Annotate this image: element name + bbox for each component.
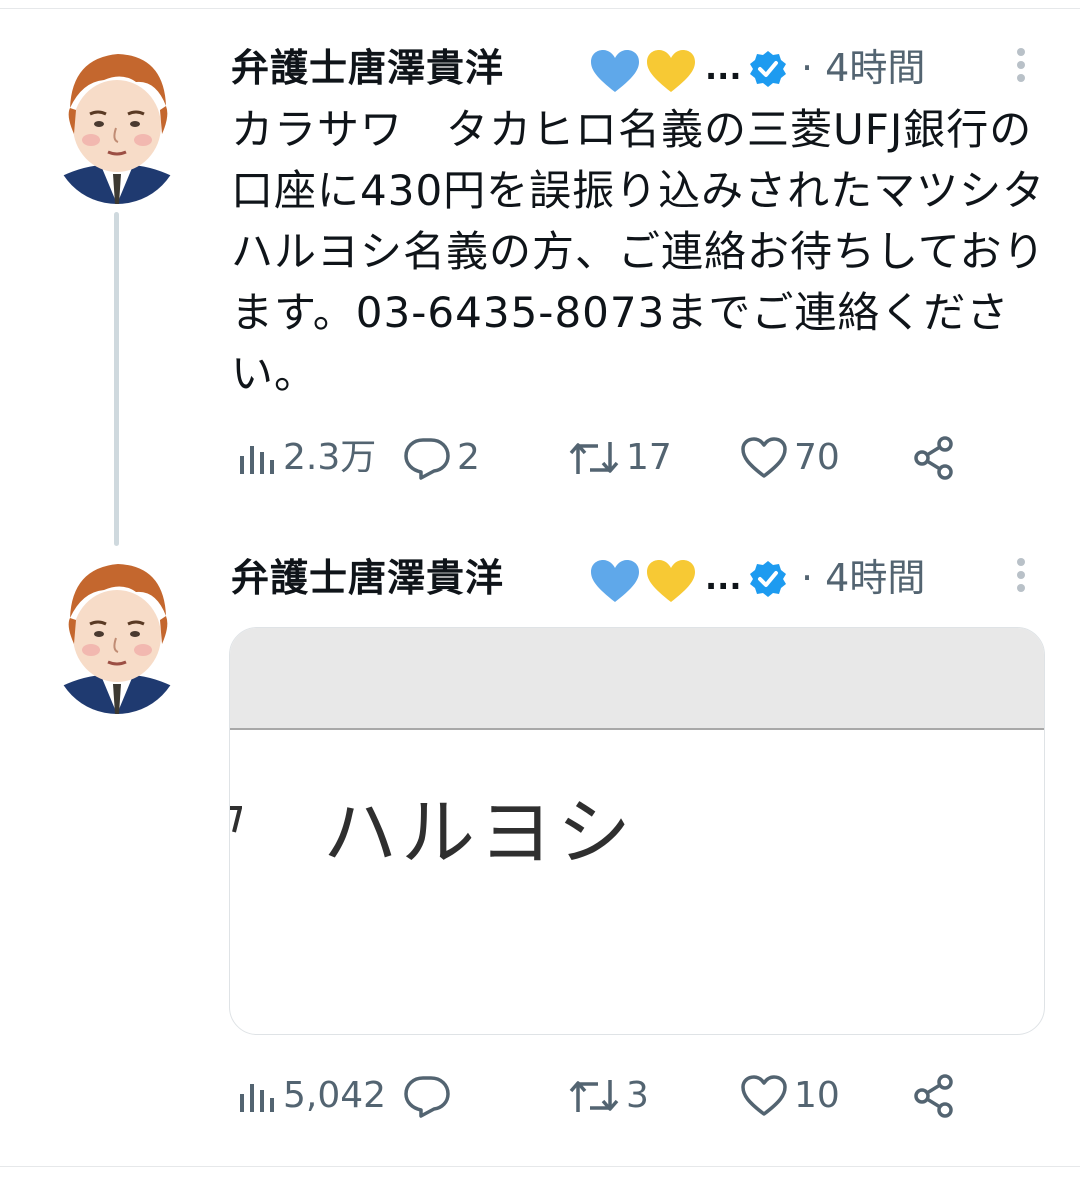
like-button[interactable]: 70 xyxy=(740,430,840,486)
reply-icon xyxy=(404,1076,450,1118)
top-divider xyxy=(0,0,1080,9)
views-icon xyxy=(240,1084,274,1112)
reply-button[interactable]: 2 xyxy=(403,430,480,486)
media-text: ハルヨシ xyxy=(323,791,635,874)
like-count: 70 xyxy=(794,437,840,478)
clipped-glyph xyxy=(230,806,242,833)
views-button[interactable]: 5,042 xyxy=(237,1068,386,1124)
reply-count: 2 xyxy=(457,437,480,478)
emoji-overflow: ... xyxy=(705,49,742,87)
repost-count: 3 xyxy=(626,1075,649,1116)
share-button[interactable] xyxy=(911,430,957,486)
action-bar: 2.3万 2 17 70 xyxy=(231,430,991,486)
verified-badge-icon xyxy=(749,560,787,598)
thread-connector xyxy=(114,212,119,546)
avatar[interactable] xyxy=(52,44,182,204)
tweet-text: カラサワ タカヒロ名義の三菱UFJ銀行の口座に430円を誤振り込みされたマツシタ… xyxy=(231,105,1046,398)
views-icon xyxy=(240,446,274,474)
heart-emoji-icons xyxy=(591,560,701,604)
like-icon xyxy=(741,1075,787,1116)
more-icon[interactable] xyxy=(1006,554,1036,604)
bottom-divider xyxy=(0,1166,1080,1167)
media-image[interactable]: ハルヨシ xyxy=(229,627,1045,1035)
share-icon xyxy=(914,436,953,480)
tweet-header: 弁護士唐澤貴洋 ... · 4時間 xyxy=(231,550,1061,606)
like-count: 10 xyxy=(794,1075,840,1116)
share-icon xyxy=(914,1074,953,1118)
reply-icon xyxy=(404,438,450,480)
more-icon[interactable] xyxy=(1006,44,1036,94)
repost-count: 17 xyxy=(626,437,672,478)
tweet-header: 弁護士唐澤貴洋 ... · 4時間 xyxy=(231,40,1061,96)
repost-icon xyxy=(569,442,619,474)
action-bar: 5,042 3 10 xyxy=(231,1068,991,1124)
timestamp[interactable]: · 4時間 xyxy=(801,550,925,606)
heart-emoji-icons xyxy=(591,50,701,94)
reply-button[interactable] xyxy=(403,1068,457,1124)
media-header-band xyxy=(230,628,1044,730)
timestamp[interactable]: · 4時間 xyxy=(801,40,925,96)
like-icon xyxy=(741,437,787,478)
views-count: 2.3万 xyxy=(283,437,377,478)
verified-badge-icon xyxy=(749,50,787,88)
repost-button[interactable]: 17 xyxy=(568,430,672,486)
author-name[interactable]: 弁護士唐澤貴洋 xyxy=(231,40,504,96)
avatar[interactable] xyxy=(52,554,182,714)
views-button[interactable]: 2.3万 xyxy=(237,430,376,486)
views-count: 5,042 xyxy=(283,1075,387,1116)
share-button[interactable] xyxy=(911,1068,957,1124)
repost-icon xyxy=(569,1080,619,1112)
emoji-overflow: ... xyxy=(705,559,742,597)
author-name[interactable]: 弁護士唐澤貴洋 xyxy=(231,550,504,606)
like-button[interactable]: 10 xyxy=(740,1068,840,1124)
repost-button[interactable]: 3 xyxy=(568,1068,649,1124)
